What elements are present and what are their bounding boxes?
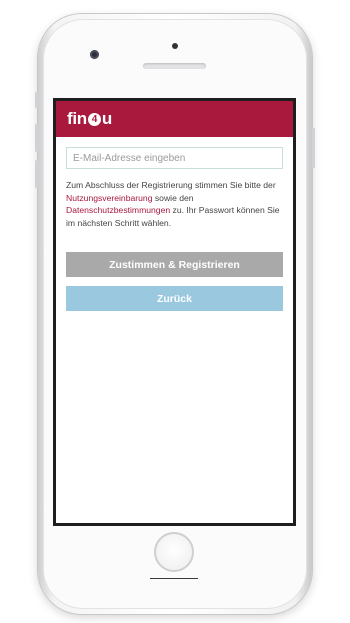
email-input[interactable] bbox=[66, 147, 283, 169]
registration-form: Zum Abschluss der Registrierung stimmen … bbox=[56, 137, 293, 311]
front-camera-icon bbox=[90, 50, 99, 59]
fin4u-logo: fin 4 u bbox=[67, 109, 112, 129]
volume-up-button bbox=[35, 124, 38, 152]
logo-suffix: u bbox=[101, 109, 112, 128]
home-button bbox=[154, 532, 194, 572]
logo-prefix: fin bbox=[67, 109, 87, 128]
app-screen: fin 4 u Zum Abschluss der Registrierung … bbox=[53, 98, 296, 526]
terms-link[interactable]: Nutzungsvereinbarung bbox=[66, 193, 152, 203]
notice-text-before: Zum Abschluss der Registrierung stimmen … bbox=[66, 180, 276, 190]
bottom-edge bbox=[150, 578, 198, 579]
volume-down-button bbox=[35, 160, 38, 188]
app-header: fin 4 u bbox=[56, 101, 293, 137]
agree-register-label: Zustimmen & Registrieren bbox=[109, 258, 240, 271]
agree-register-button[interactable]: Zustimmen & Registrieren bbox=[66, 252, 283, 277]
proximity-sensor bbox=[172, 43, 178, 49]
mute-switch bbox=[35, 92, 38, 108]
consent-notice: Zum Abschluss der Registrierung stimmen … bbox=[66, 179, 283, 229]
back-button[interactable]: Zurück bbox=[66, 286, 283, 311]
back-label: Zurück bbox=[156, 292, 192, 305]
notice-text-middle: sowie den bbox=[152, 192, 194, 203]
privacy-link[interactable]: Datenschutzbestimmungen bbox=[66, 205, 170, 215]
earpiece-speaker bbox=[143, 63, 206, 69]
power-button bbox=[312, 128, 315, 168]
logo-digit: 4 bbox=[87, 112, 101, 126]
